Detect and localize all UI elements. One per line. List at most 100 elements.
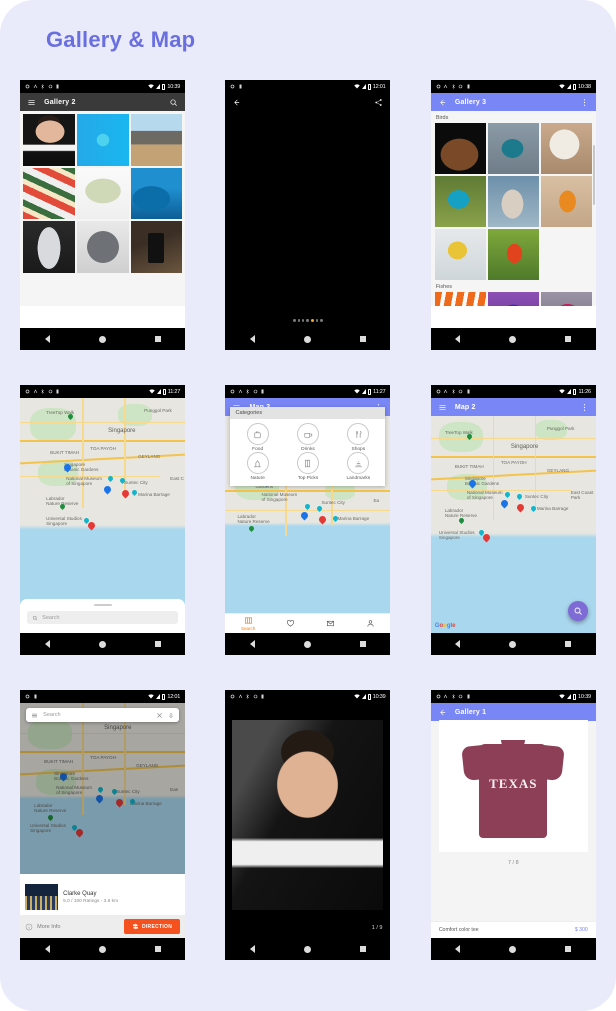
map-pin-red[interactable] (318, 514, 328, 526)
hamburger-icon[interactable] (31, 712, 38, 719)
direction-button[interactable]: DIRECTION (123, 919, 181, 934)
tab-profile[interactable] (366, 619, 375, 628)
map-pin-blue[interactable] (467, 478, 478, 490)
gallery-tile[interactable] (76, 167, 129, 220)
map-pin[interactable] (457, 516, 465, 525)
gallery-tile[interactable] (76, 114, 129, 166)
map-canvas[interactable]: Singapore TOA PAYOH BUKIT TIMAH GEYLANG … (20, 703, 186, 874)
gallery-tile[interactable] (130, 221, 183, 274)
gallery-tile[interactable] (487, 123, 539, 174)
category-item-nature[interactable]: Nature (232, 452, 282, 481)
map-pin-red[interactable] (86, 520, 97, 532)
page-dot[interactable] (306, 319, 309, 322)
map-pin-red[interactable] (120, 488, 131, 500)
overflow-menu-icon[interactable] (580, 403, 589, 412)
nav-home-icon[interactable] (98, 945, 106, 953)
nav-recents-icon[interactable] (565, 946, 572, 952)
map-pin-red[interactable] (114, 797, 125, 809)
page-dot[interactable] (320, 319, 323, 322)
nav-recents-icon[interactable] (359, 336, 366, 342)
nav-back-icon[interactable] (44, 945, 50, 953)
map-pin-blue[interactable] (499, 498, 510, 510)
map-pin[interactable] (332, 514, 340, 523)
sheet-drag-handle[interactable] (93, 604, 112, 606)
nav-recents-icon[interactable] (154, 946, 161, 952)
gallery-tile[interactable] (487, 229, 539, 280)
category-item-shops[interactable]: Shops (333, 423, 383, 452)
category-item-top-picks[interactable]: Top Picks (283, 452, 333, 481)
map-pin[interactable] (47, 813, 55, 822)
map-pin-blue[interactable] (62, 462, 73, 474)
page-dot-active[interactable] (310, 318, 315, 322)
category-item-drinks[interactable]: Drinks (283, 423, 333, 452)
gallery-tile[interactable] (23, 221, 75, 274)
gallery-tile[interactable] (434, 123, 486, 174)
back-arrow-icon[interactable] (438, 98, 447, 107)
gallery-tile[interactable] (487, 176, 539, 227)
place-row[interactable]: Clarke Quay 5.0 / 100 Ratings - 3.6 km (20, 879, 185, 915)
nav-home-icon[interactable] (98, 335, 106, 343)
nav-back-icon[interactable] (249, 335, 255, 343)
search-bar[interactable]: Search (26, 708, 180, 722)
nav-home-icon[interactable] (303, 945, 311, 953)
gallery-tile[interactable] (23, 167, 75, 220)
map-pin[interactable] (316, 504, 324, 513)
nav-back-icon[interactable] (249, 640, 255, 648)
map-canvas[interactable]: Singapore TreeTop Walk Punggol Park BUKI… (20, 398, 186, 633)
nav-home-icon[interactable] (509, 945, 517, 953)
gallery-tile[interactable] (540, 176, 592, 227)
nav-home-icon[interactable] (509, 640, 517, 648)
tab-search[interactable]: Search (241, 616, 255, 631)
map-pin[interactable] (119, 476, 127, 485)
nav-back-icon[interactable] (455, 945, 461, 953)
gallery-body[interactable]: Birds Fishes (430, 111, 596, 306)
map-canvas[interactable]: Singapore TreeTop Walk Punggol Park BUKI… (430, 416, 596, 633)
map-pin-red[interactable] (515, 502, 526, 514)
mic-icon[interactable] (168, 712, 174, 719)
nav-home-icon[interactable] (509, 335, 517, 343)
map-pin[interactable] (248, 524, 256, 533)
more-info-label[interactable]: More Info (37, 924, 60, 930)
map-pin[interactable] (111, 787, 119, 796)
nav-back-icon[interactable] (455, 335, 461, 343)
map-pin-red[interactable] (74, 827, 85, 839)
nav-back-icon[interactable] (249, 945, 255, 953)
nav-back-icon[interactable] (455, 640, 461, 648)
page-dot[interactable] (301, 319, 305, 322)
hamburger-icon[interactable] (27, 98, 36, 107)
map-pin[interactable] (529, 504, 537, 513)
scrollbar[interactable] (593, 145, 595, 205)
gallery-tile[interactable] (540, 123, 592, 174)
nav-back-icon[interactable] (44, 335, 50, 343)
product-image-stage[interactable]: TEXAS (438, 720, 588, 852)
map-pin[interactable] (67, 412, 75, 421)
photo-portrait[interactable] (232, 720, 384, 910)
nav-home-icon[interactable] (98, 640, 106, 648)
map-pin-red[interactable] (481, 532, 492, 544)
page-dot[interactable] (316, 319, 319, 322)
nav-recents-icon[interactable] (565, 641, 572, 647)
map-pin[interactable] (59, 502, 67, 511)
map-pin[interactable] (107, 474, 115, 483)
nav-recents-icon[interactable] (565, 336, 572, 342)
nav-home-icon[interactable] (303, 335, 311, 343)
gallery-tile[interactable] (434, 229, 486, 280)
share-icon[interactable] (374, 98, 383, 107)
page-dot[interactable] (297, 319, 300, 322)
tab-favorites[interactable] (286, 619, 295, 628)
map-pin[interactable] (97, 785, 105, 794)
map-pin[interactable] (515, 492, 523, 501)
back-arrow-icon[interactable] (438, 708, 447, 717)
search-input[interactable]: Search (27, 611, 179, 624)
close-icon[interactable] (156, 712, 163, 719)
gallery-tile[interactable] (540, 292, 592, 306)
nav-recents-icon[interactable] (359, 946, 366, 952)
map-pin[interactable] (129, 797, 137, 806)
overflow-menu-icon[interactable] (580, 98, 589, 107)
category-item-landmarks[interactable]: Landmarks (333, 452, 383, 481)
gallery-tile[interactable] (434, 292, 486, 306)
gallery-tile[interactable] (434, 176, 486, 227)
map-pin-blue[interactable] (102, 484, 113, 496)
category-item-food[interactable]: Food (232, 423, 282, 452)
nav-back-icon[interactable] (44, 640, 50, 648)
